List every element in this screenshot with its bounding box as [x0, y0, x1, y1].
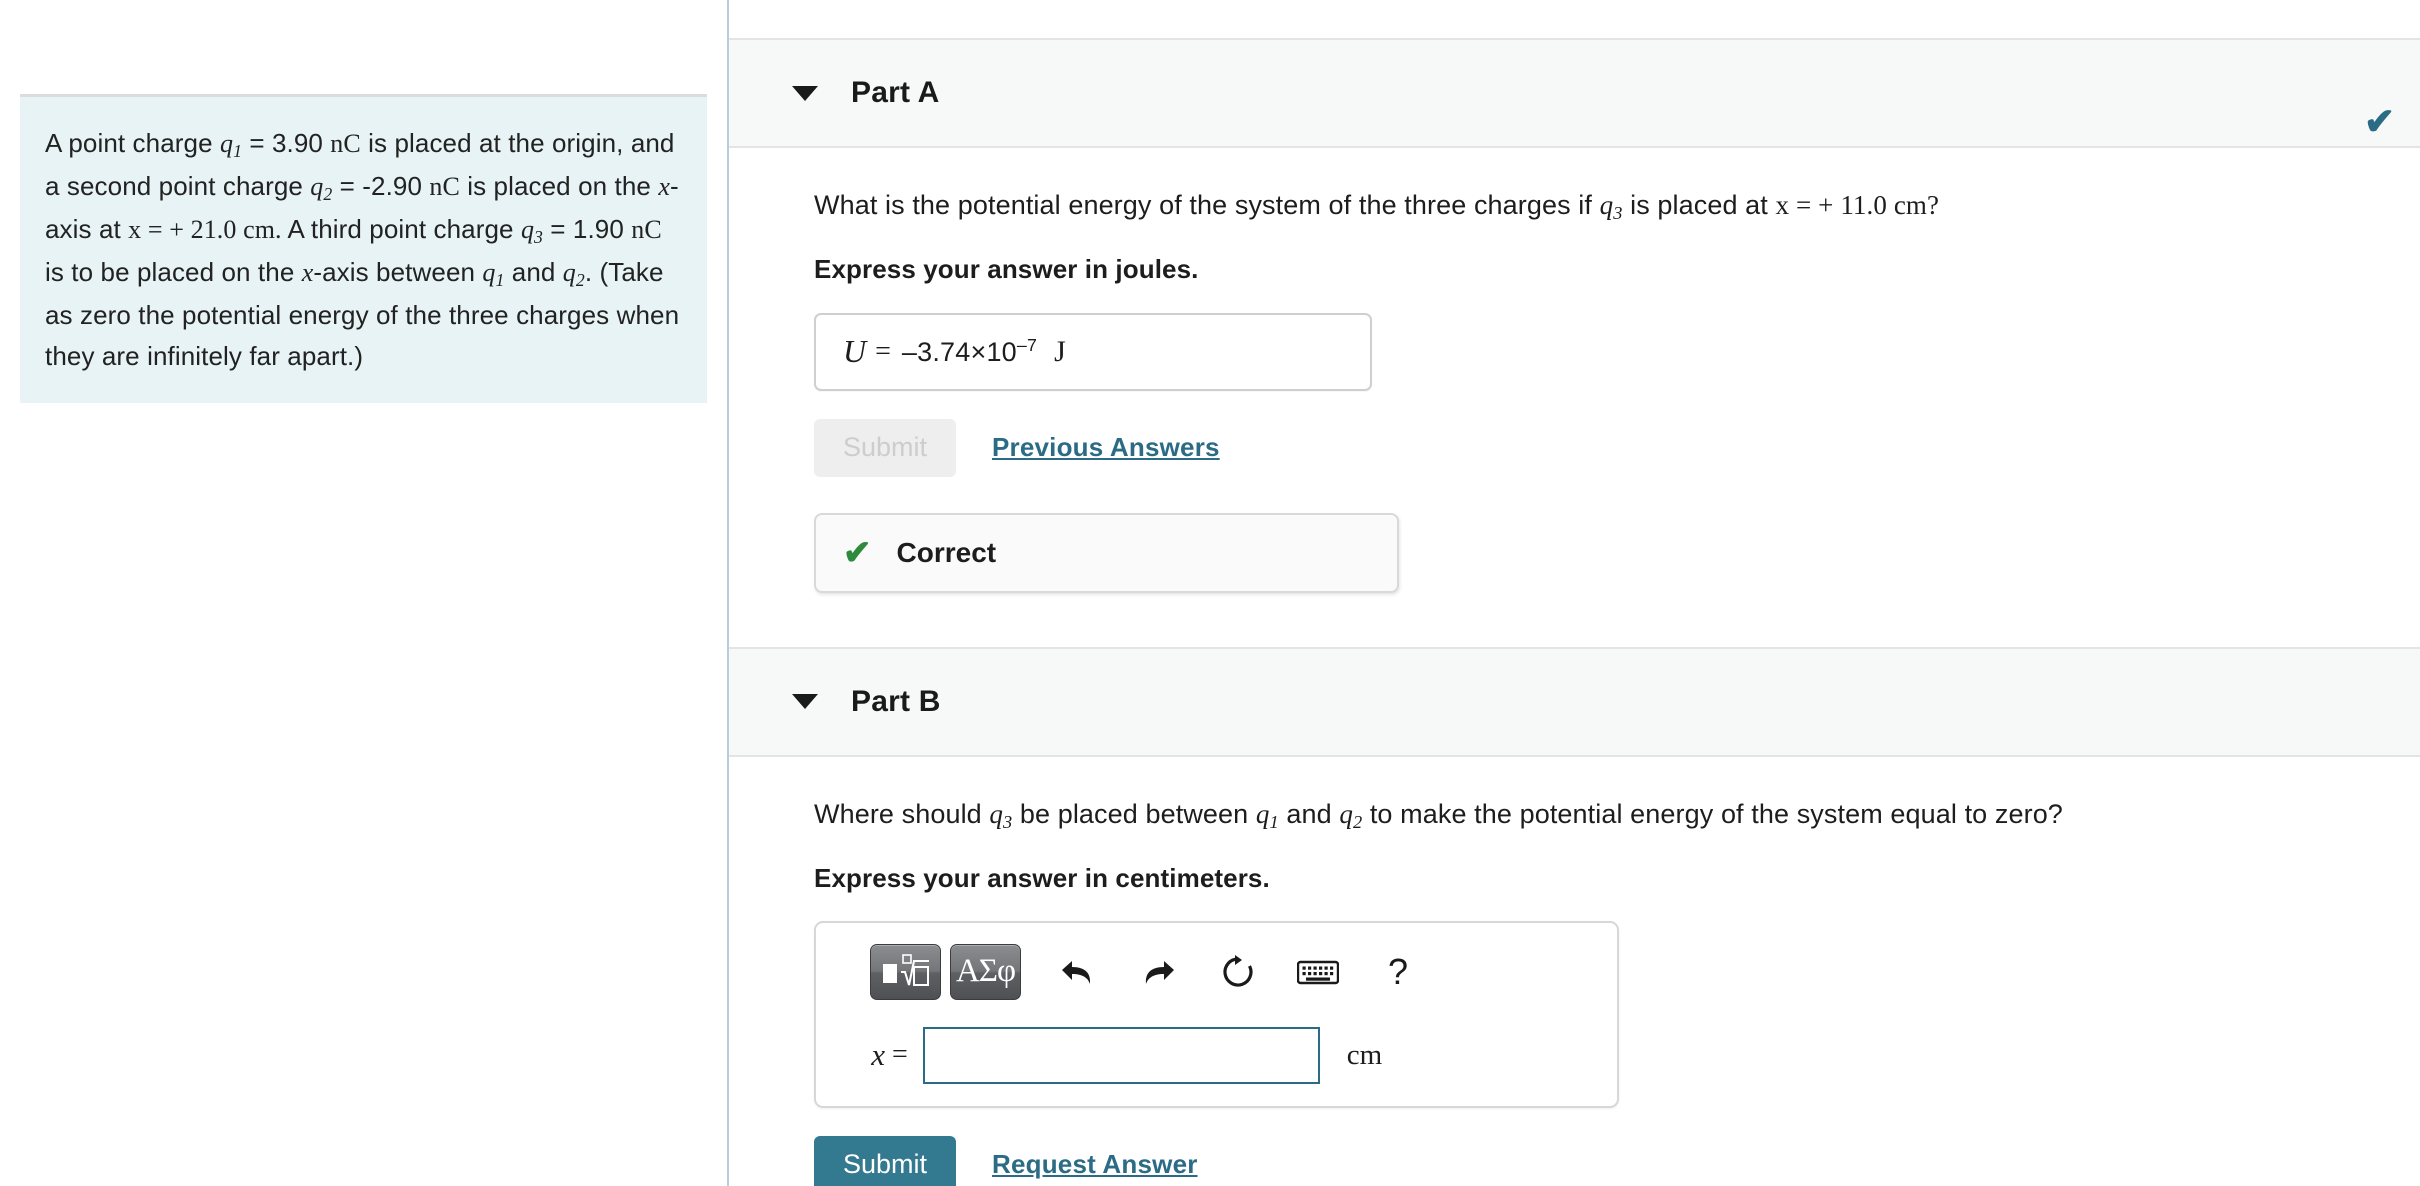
- math-template-icon: [882, 953, 929, 986]
- part-a-bottom-spacer: [814, 593, 2420, 647]
- reset-button[interactable]: [1209, 944, 1267, 1000]
- problem-line1-a: A point charge: [45, 128, 220, 158]
- part-a-question-math: x = + 11.0 cm?: [1775, 190, 1940, 220]
- q1-symbol: q: [219, 129, 234, 158]
- part-b-answer-input[interactable]: [922, 1026, 1320, 1084]
- part-b-entry-unit: cm: [1346, 1038, 1383, 1071]
- q3-symbol: q: [520, 214, 535, 244]
- part-a-q3-symbol: q: [1599, 190, 1614, 220]
- problem-line1-b: = 3.90: [242, 128, 331, 158]
- help-question-mark-label: ?: [1387, 950, 1409, 992]
- part-b-entry-row: x = cm: [816, 1026, 1617, 1084]
- problem-line3-a: the: [614, 170, 659, 201]
- part-b-title: Part B: [851, 684, 941, 718]
- part-b-question-pre: Where should: [814, 798, 990, 829]
- part-b-answer-entry-panel: ΑΣφ ? x = cm: [814, 920, 1619, 1108]
- part-a-header[interactable]: Part A ✔: [729, 38, 2420, 148]
- redo-button[interactable]: [1129, 944, 1187, 1000]
- part-b-header[interactable]: Part B: [729, 646, 2420, 757]
- caret-down-icon[interactable]: [792, 85, 818, 101]
- math-toolbar: ΑΣφ ?: [870, 939, 1617, 1005]
- part-a-submit-button[interactable]: Submit: [814, 418, 956, 477]
- part-a-answer-exponent: –7: [1016, 335, 1038, 356]
- q1-symbol-2: q: [482, 257, 496, 287]
- part-a-question: What is the potential energy of the syst…: [814, 148, 2420, 227]
- unit-nc-1: nC: [330, 129, 361, 158]
- redo-arrow-icon: [1145, 960, 1174, 984]
- greek-symbols-label: ΑΣφ: [955, 953, 1016, 990]
- keyboard-icon: [1297, 960, 1339, 984]
- unit-nc-2: nC: [429, 171, 460, 201]
- part-b-q3-symbol: q: [989, 798, 1003, 829]
- part-b-q3-subscript: 3: [1003, 811, 1013, 832]
- problem-line4-d: -axis between: [313, 256, 476, 287]
- top-spacer: [729, 0, 2420, 38]
- problem-line2-c: is placed on: [459, 170, 608, 201]
- part-b-q1-subscript: 1: [1269, 811, 1279, 832]
- undo-button[interactable]: [1049, 944, 1107, 1000]
- part-a-answer-unit: J: [1054, 334, 1066, 368]
- problem-line1-c: is placed at the origin,: [360, 128, 624, 158]
- math-template-button[interactable]: [870, 943, 941, 1000]
- part-b-express-instruction: Express your answer in centimeters.: [814, 862, 1270, 893]
- x-symbol-1: x: [658, 171, 670, 201]
- part-b-question-mid2: and: [1278, 798, 1340, 829]
- part-a-answer-mantissa: –3.74×10: [901, 337, 1017, 368]
- part-b-q2-symbol: q: [1339, 798, 1353, 829]
- part-b-entry-equals: =: [892, 1039, 908, 1071]
- page-root: A point charge q1 = 3.90 nC is placed at…: [0, 0, 2420, 1186]
- caret-down-icon[interactable]: [792, 694, 818, 710]
- part-b-submit-button[interactable]: Submit: [814, 1135, 956, 1186]
- keyboard-button[interactable]: [1289, 944, 1347, 1000]
- part-a-feedback-label: Correct: [896, 536, 997, 568]
- part-a-question-mid: is placed at: [1622, 190, 1776, 220]
- part-b-q2-subscript: 2: [1352, 811, 1363, 832]
- part-a-complete-check-icon: ✔: [2363, 101, 2395, 142]
- part-b-request-answer-link[interactable]: Request Answer: [992, 1149, 1198, 1180]
- problem-line4-b: = 1.90: [542, 213, 632, 244]
- problem-line2-b: = -2.90: [332, 170, 430, 201]
- x-position-equation: x = + 21.0 cm.: [128, 214, 282, 244]
- part-a-previous-answers-link[interactable]: Previous Answers: [992, 432, 1220, 463]
- answer-pane: Part A ✔ What is the potential energy of…: [729, 0, 2420, 1186]
- problem-line4-c: is to be placed on the: [45, 256, 302, 287]
- check-icon: ✔: [843, 533, 872, 572]
- problem-statement-card: A point charge q1 = 3.90 nC is placed at…: [20, 94, 707, 403]
- greek-symbols-button[interactable]: ΑΣφ: [950, 943, 1021, 1000]
- part-a-title: Part A: [851, 76, 940, 109]
- q2-symbol-2: q: [562, 257, 576, 287]
- problem-line3-c: A third point charge: [281, 213, 514, 244]
- part-a-answer-variable: U: [843, 333, 867, 370]
- undo-arrow-icon: [1062, 960, 1091, 984]
- problem-pane: A point charge q1 = 3.90 nC is placed at…: [0, 0, 727, 1186]
- part-a-express-instruction: Express your answer in joules.: [814, 253, 1199, 284]
- part-b-question-post: to make the potential energy of the syst…: [1362, 798, 2063, 829]
- x-symbol-2: x: [301, 257, 314, 287]
- q2-symbol: q: [310, 171, 324, 201]
- part-a-answer-display: U = –3.74×10–7 J: [814, 312, 1372, 391]
- q2-subscript: 2: [323, 183, 333, 204]
- help-button[interactable]: ?: [1369, 944, 1427, 1000]
- part-b-question-mid1: be placed between: [1012, 798, 1256, 829]
- part-a-feedback-correct: ✔ Correct: [814, 512, 1399, 593]
- problem-line5-a: and: [504, 256, 563, 287]
- reset-circular-arrow-icon: [1223, 954, 1253, 987]
- part-b-question: Where should q3 be placed between q1 and…: [814, 757, 2420, 836]
- part-a-q3-subscript: 3: [1613, 203, 1623, 224]
- part-b-entry-variable: x: [871, 1037, 885, 1073]
- part-b-body: Where should q3 be placed between q1 and…: [729, 757, 2420, 1186]
- q3-subscript: 3: [534, 226, 543, 247]
- part-a-question-pre: What is the potential energy of the syst…: [814, 190, 1600, 220]
- problem-statement-text: A point charge q1 = 3.90 nC is placed at…: [45, 123, 681, 377]
- q1-subscript: 1: [233, 140, 243, 161]
- part-a-body: What is the potential energy of the syst…: [729, 148, 2420, 647]
- part-b-action-row: Submit Request Answer: [814, 1135, 2420, 1186]
- part-b-q1-symbol: q: [1255, 798, 1270, 829]
- part-a-answer-equals: =: [875, 335, 891, 367]
- part-a-answer-value: –3.74×10–7: [902, 335, 1037, 368]
- part-a-action-row: Submit Previous Answers: [814, 418, 2420, 477]
- unit-nc-3: nC: [631, 214, 662, 244]
- q2-subscript-2: 2: [575, 269, 585, 290]
